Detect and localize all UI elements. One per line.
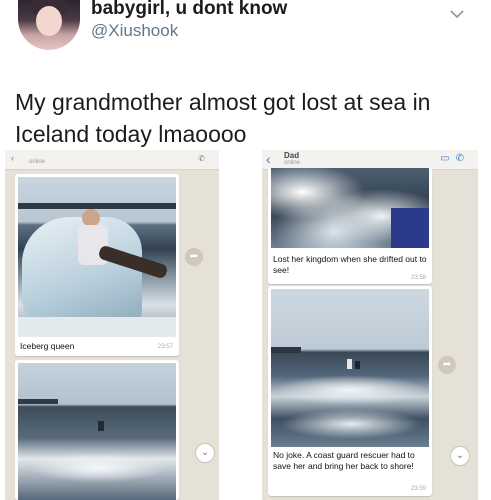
chat-screenshot-left: ‹ online ✆ Iceberg queen 23:57 ➦ ⌄ <box>5 150 219 500</box>
scroll-down-icon[interactable]: ⌄ <box>195 443 215 463</box>
message-time: 23:57 <box>157 344 173 350</box>
foam <box>28 453 168 483</box>
message-time: 23:58 <box>410 275 426 281</box>
scroll-down-icon[interactable]: ⌄ <box>450 446 470 466</box>
distant-land <box>18 399 58 404</box>
message-photo[interactable] <box>271 289 429 447</box>
photo-message[interactable]: Iceberg queen 23:57 <box>15 174 179 356</box>
back-arrow-icon[interactable]: ‹ <box>11 150 14 166</box>
message-photo[interactable] <box>18 177 176 337</box>
call-icons[interactable]: ▭✆ <box>440 153 470 164</box>
back-arrow-icon[interactable]: ‹ <box>266 151 271 167</box>
avatar[interactable] <box>18 0 80 50</box>
user-handle[interactable]: @Xiushook <box>91 21 178 41</box>
photo-message[interactable]: No joke. A coast guard rescuer had to sa… <box>268 286 432 496</box>
rescuer-figure <box>347 359 352 369</box>
foam <box>281 409 421 439</box>
message-photo[interactable] <box>271 168 429 248</box>
foam <box>271 375 429 405</box>
person-in-water <box>98 421 104 431</box>
chat-screenshot-right: ‹ Dad online ▭✆ Lost her kingdom when sh… <box>262 150 478 500</box>
chat-header: ‹ Dad online ▭✆ <box>262 150 478 170</box>
message-photo[interactable] <box>18 363 176 500</box>
message-caption: Iceberg queen <box>20 341 75 351</box>
foam <box>18 317 176 337</box>
shoreline <box>18 203 176 209</box>
display-name[interactable]: babygirl, u dont know <box>91 0 287 20</box>
message-caption: Lost her kingdom when she drifted out to… <box>273 254 427 275</box>
photo-message[interactable]: Lost her kingdom when she drifted out to… <box>268 168 432 284</box>
call-icon[interactable]: ✆ <box>198 154 211 163</box>
message-time: 23:59 <box>410 486 426 492</box>
chevron-down-icon[interactable] <box>449 6 465 22</box>
message-caption: No joke. A coast guard rescuer had to sa… <box>273 450 415 471</box>
grandmother-figure <box>355 361 360 369</box>
tweet-text: My grandmother almost got lost at sea in… <box>15 89 431 147</box>
chat-status: online <box>284 160 301 166</box>
distant-land <box>271 347 301 353</box>
photo-message[interactable] <box>15 360 179 500</box>
forward-icon[interactable]: ➦ <box>185 248 203 266</box>
avatar-face <box>36 6 62 36</box>
chat-status: online <box>29 159 46 165</box>
chat-title: Dad <box>284 151 300 160</box>
chat-header: ‹ online ✆ <box>5 150 219 170</box>
rescuer-figure <box>391 208 429 248</box>
forward-icon[interactable]: ➦ <box>438 356 456 374</box>
